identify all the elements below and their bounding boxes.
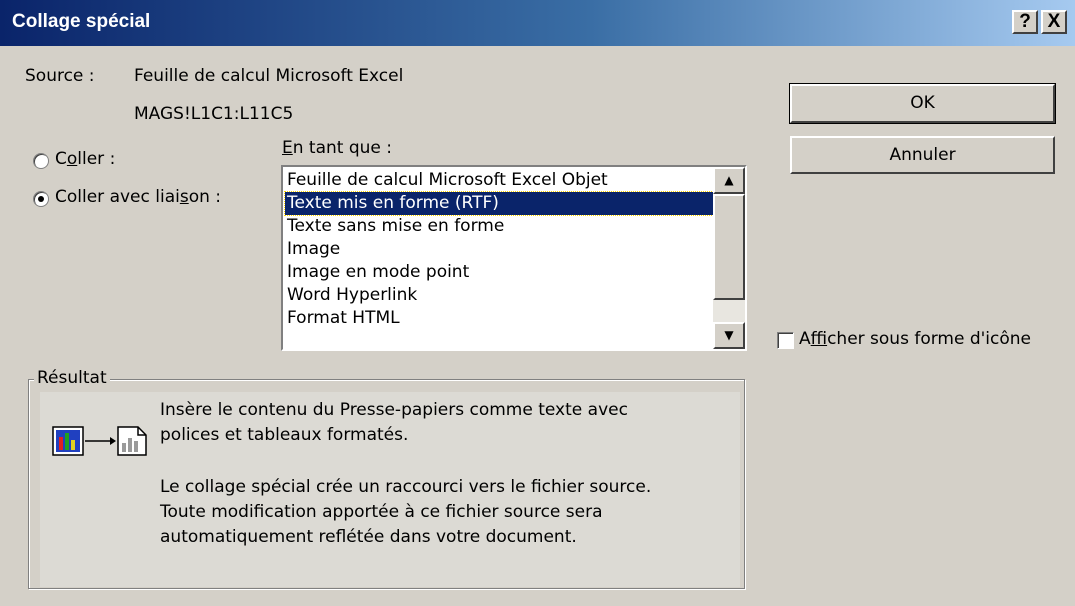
radio-coller-avec-liaison-label[interactable]: Coller avec liaison : bbox=[55, 187, 221, 207]
cancel-button[interactable]: Annuler bbox=[790, 136, 1055, 174]
title-bar: Collage spécial ? X bbox=[0, 0, 1075, 46]
radio-coller-label[interactable]: Coller : bbox=[55, 149, 115, 169]
radio-coller-button[interactable] bbox=[33, 153, 49, 169]
list-item[interactable]: Feuille de calcul Microsoft Excel Objet bbox=[285, 169, 713, 192]
listbox-scrollbar[interactable]: ▲ ▼ bbox=[713, 167, 745, 349]
radio-coller-avec-liaison-button[interactable] bbox=[33, 191, 49, 207]
help-button[interactable]: ? bbox=[1012, 10, 1038, 34]
list-item[interactable]: Format HTML bbox=[285, 307, 713, 330]
scroll-thumb[interactable] bbox=[713, 194, 745, 300]
paste-link-icon bbox=[52, 415, 157, 457]
scroll-down-arrow-icon[interactable]: ▼ bbox=[713, 322, 745, 349]
window-title: Collage spécial bbox=[12, 11, 151, 32]
list-item[interactable]: Image bbox=[285, 238, 713, 261]
display-as-icon-box[interactable] bbox=[777, 332, 794, 349]
as-listbox[interactable]: Feuille de calcul Microsoft Excel Objet … bbox=[281, 165, 747, 351]
scroll-up-arrow-icon[interactable]: ▲ bbox=[713, 167, 745, 194]
source-label: Source : bbox=[25, 66, 95, 86]
close-button[interactable]: X bbox=[1041, 10, 1067, 34]
result-text-line: Insère le contenu du Presse-papiers comm… bbox=[160, 400, 628, 420]
result-text-line: polices et tableaux formatés. bbox=[160, 425, 409, 445]
as-label: En tant que : bbox=[282, 138, 393, 158]
result-text-line: Le collage spécial crée un raccourci ver… bbox=[160, 477, 652, 497]
source-range: MAGS!L1C1:L11C5 bbox=[134, 104, 294, 124]
list-item[interactable]: Texte sans mise en forme bbox=[285, 215, 713, 238]
list-item[interactable]: Word Hyperlink bbox=[285, 284, 713, 307]
list-item-selected[interactable]: Texte mis en forme (RTF) bbox=[284, 191, 714, 216]
result-legend: Résultat bbox=[34, 368, 110, 388]
result-text-line: automatiquement reflétée dans votre docu… bbox=[160, 527, 577, 547]
result-text-line: Toute modification apportée à ce fichier… bbox=[160, 502, 603, 522]
list-item[interactable]: Image en mode point bbox=[285, 261, 713, 284]
ok-button[interactable]: OK bbox=[789, 83, 1056, 124]
source-value: Feuille de calcul Microsoft Excel bbox=[134, 66, 404, 86]
display-as-icon-label[interactable]: Afficher sous forme d'icône bbox=[799, 329, 1031, 349]
